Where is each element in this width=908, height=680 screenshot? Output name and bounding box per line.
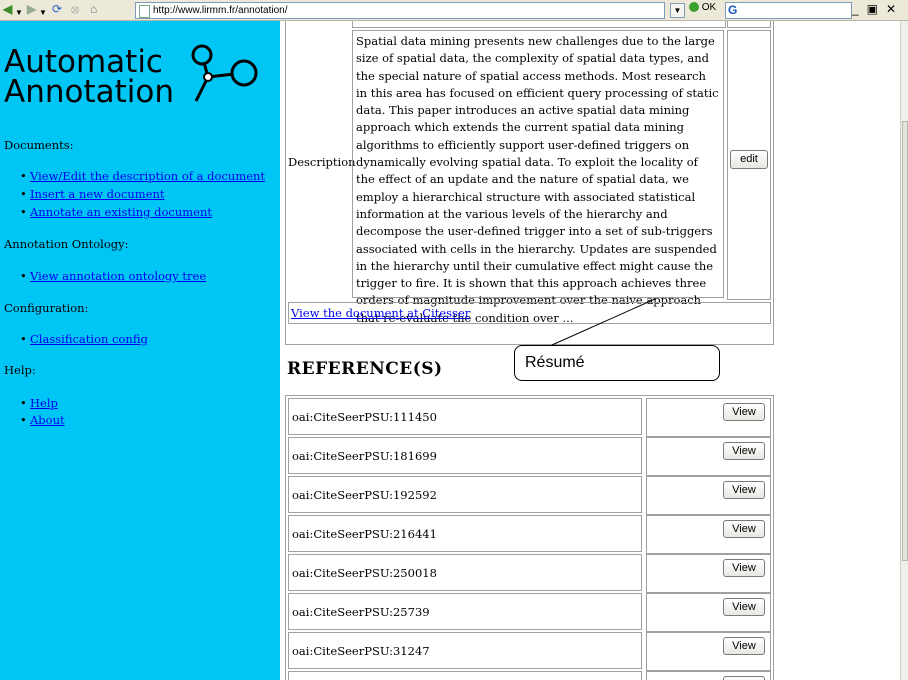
view-reference-button[interactable]: View bbox=[723, 520, 765, 538]
reference-id: oai:CiteSeerPSU:181699 bbox=[288, 437, 642, 474]
reference-action-cell: View bbox=[646, 671, 771, 680]
graph-logo-icon bbox=[191, 44, 258, 102]
description-text: Spatial data mining presents new challen… bbox=[352, 30, 724, 325]
nav-item-view-edit[interactable]: View/Edit the description of a document bbox=[20, 169, 265, 183]
nav-link-help[interactable]: Help bbox=[30, 396, 58, 410]
nav-link-annotate[interactable]: Annotate an existing document bbox=[30, 205, 212, 219]
logo-line-1: Automatic bbox=[4, 44, 163, 80]
view-reference-button[interactable]: View bbox=[723, 559, 765, 577]
refresh-icon[interactable]: ⟳ bbox=[52, 2, 62, 17]
reference-id: oai:CiteSeerPSU:216441 bbox=[288, 515, 642, 552]
nav-link-ontology-tree[interactable]: View annotation ontology tree bbox=[30, 269, 206, 283]
scrollbar-thumb[interactable] bbox=[902, 121, 908, 561]
edit-cell: edit bbox=[727, 30, 771, 300]
google-icon: G bbox=[728, 3, 738, 17]
logo-line-2: Annotation bbox=[4, 74, 175, 110]
section-configuration: Configuration: bbox=[4, 301, 89, 315]
view-reference-button[interactable]: View bbox=[723, 676, 765, 680]
nav-link-view-edit[interactable]: View/Edit the description of a document bbox=[30, 169, 265, 183]
nav-link-insert[interactable]: Insert a new document bbox=[30, 187, 165, 201]
vertical-scrollbar[interactable] bbox=[900, 21, 908, 680]
references-table: oai:CiteSeerPSU:111450 View oai:CiteSeerPS… bbox=[285, 395, 774, 680]
reference-action-cell: View bbox=[646, 515, 771, 554]
back-dropdown-icon[interactable]: ▼ bbox=[15, 5, 23, 20]
go-button[interactable]: OK bbox=[689, 2, 716, 13]
stop-icon[interactable]: ⦻ bbox=[71, 2, 79, 17]
resume-callout: Résumé bbox=[514, 345, 720, 381]
view-document-cell: View the document at Citesser bbox=[288, 302, 771, 324]
prev-row-cell bbox=[352, 21, 726, 28]
reference-action-cell: View bbox=[646, 593, 771, 632]
reference-id: oai:CiteSeerPSU:111450 bbox=[288, 398, 642, 435]
section-ontology: Annotation Ontology: bbox=[4, 237, 129, 251]
reference-id: oai:CiteSeerPSU:31247 bbox=[288, 632, 642, 669]
resume-callout-text: Résumé bbox=[525, 354, 585, 371]
view-reference-button[interactable]: View bbox=[723, 403, 765, 421]
view-reference-button[interactable]: View bbox=[723, 637, 765, 655]
browser-toolbar: ◀ ▼ ▶ ▼ ⟳ ⦻ ⌂ http://www.lirmm.fr/annota… bbox=[0, 0, 908, 21]
edit-button[interactable]: edit bbox=[730, 150, 768, 169]
view-document-link[interactable]: View the document at Citesser bbox=[291, 306, 470, 320]
back-arrow-icon[interactable]: ◀ bbox=[3, 2, 12, 17]
nav-link-classification[interactable]: Classification config bbox=[30, 332, 148, 346]
minimize-icon[interactable]: _ bbox=[852, 2, 867, 16]
reference-id: oai:CiteSeerPSU:250018 bbox=[288, 554, 642, 591]
reference-id bbox=[288, 671, 642, 680]
nav-item-annotate[interactable]: Annotate an existing document bbox=[20, 205, 212, 219]
nav-item-about[interactable]: About bbox=[20, 413, 65, 427]
go-label: OK bbox=[701, 2, 717, 13]
forward-dropdown-icon[interactable]: ▼ bbox=[39, 5, 47, 20]
description-label: Description bbox=[288, 155, 356, 169]
view-reference-button[interactable]: View bbox=[723, 481, 765, 499]
view-reference-button[interactable]: View bbox=[723, 598, 765, 616]
reference-action-cell: View bbox=[646, 476, 771, 515]
forward-arrow-icon[interactable]: ▶ bbox=[27, 2, 36, 17]
url-text[interactable]: http://www.lirmm.fr/annotation/ bbox=[153, 3, 288, 18]
address-dropdown-button[interactable]: ▼ bbox=[670, 3, 685, 18]
reference-action-cell: View bbox=[646, 632, 771, 671]
window-controls: _▣✕ bbox=[852, 2, 904, 16]
references-heading: REFERENCE(S) bbox=[287, 359, 443, 379]
google-search-box[interactable]: G bbox=[725, 2, 852, 19]
reference-action-cell: View bbox=[646, 437, 771, 476]
section-documents: Documents: bbox=[4, 138, 74, 152]
close-icon[interactable]: ✕ bbox=[886, 2, 904, 16]
restore-icon[interactable]: ▣ bbox=[867, 2, 886, 16]
home-icon[interactable]: ⌂ bbox=[90, 2, 97, 17]
reference-id: oai:CiteSeerPSU:192592 bbox=[288, 476, 642, 513]
description-table: Description Spatial data mining presents… bbox=[285, 21, 774, 345]
logo: Automatic Annotation bbox=[4, 44, 258, 110]
sidebar: Automatic Annotation Documents: View/Edi… bbox=[0, 21, 280, 680]
address-bar[interactable]: http://www.lirmm.fr/annotation/ bbox=[135, 2, 665, 19]
view-reference-button[interactable]: View bbox=[723, 442, 765, 460]
reference-action-cell: View bbox=[646, 554, 771, 593]
nav-item-help[interactable]: Help bbox=[20, 396, 58, 410]
reference-id: oai:CiteSeerPSU:25739 bbox=[288, 593, 642, 630]
nav-item-insert[interactable]: Insert a new document bbox=[20, 187, 165, 201]
nav-item-ontology-tree[interactable]: View annotation ontology tree bbox=[20, 269, 206, 283]
description-label-cell: Description bbox=[288, 30, 356, 298]
reference-action-cell: View bbox=[646, 398, 771, 437]
section-help: Help: bbox=[4, 363, 36, 377]
prev-row-cell bbox=[727, 21, 771, 28]
page-icon bbox=[139, 5, 150, 18]
nav-item-classification[interactable]: Classification config bbox=[20, 332, 148, 346]
go-icon bbox=[689, 2, 699, 13]
nav-link-about[interactable]: About bbox=[30, 413, 65, 427]
